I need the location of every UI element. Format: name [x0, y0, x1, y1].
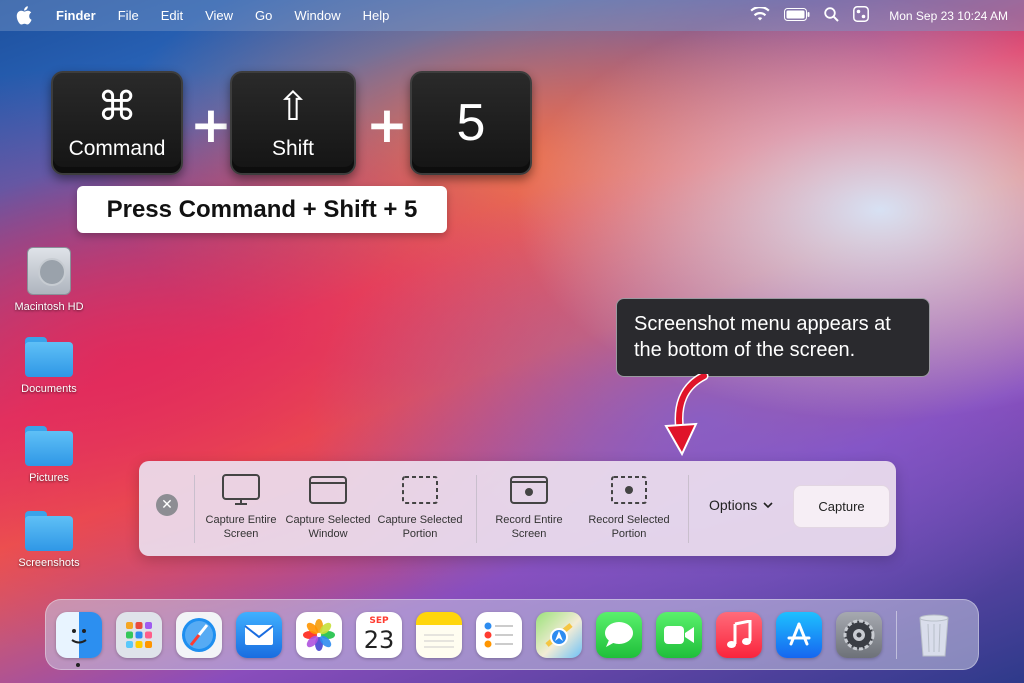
app-store-icon[interactable]	[776, 611, 822, 658]
capture-entire-screen-button[interactable]: Capture Entire Screen	[191, 473, 291, 541]
calendar-day: 23	[363, 626, 395, 654]
command-key: ⌘ Command	[51, 71, 183, 175]
desktop-icon-label: Documents	[21, 383, 77, 395]
capture-portion-icon	[402, 476, 438, 504]
options-label: Options	[709, 497, 758, 513]
running-indicator	[76, 662, 80, 667]
command-symbol-icon: ⌘	[97, 84, 137, 130]
close-icon[interactable]: ✕	[156, 494, 178, 516]
menu-bar: Finder File Edit View Go Window Help Mon…	[0, 0, 1024, 31]
trash-icon[interactable]	[911, 612, 957, 658]
desktop-icon-label: Macintosh HD	[14, 301, 84, 313]
battery-icon[interactable]	[784, 7, 810, 24]
five-key: 5	[410, 71, 532, 175]
menu-help[interactable]: Help	[363, 8, 390, 23]
five-key-label: 5	[456, 94, 486, 152]
folder-icon	[25, 337, 73, 377]
command-key-label: Command	[68, 137, 166, 160]
toolbar-button-label: Capture Entire Screen	[205, 514, 277, 540]
toolbar-button-label: Capture Selected Window	[285, 514, 371, 540]
menu-go[interactable]: Go	[255, 8, 272, 23]
callout-box: Screenshot menu appears at the bottom of…	[616, 298, 930, 377]
plus-sign: +	[190, 96, 232, 154]
press-caption: Press Command + Shift + 5	[77, 186, 447, 233]
spotlight-search-icon[interactable]	[824, 6, 839, 25]
plus-sign: +	[366, 96, 408, 154]
record-entire-screen-button[interactable]: Record Entire Screen	[479, 473, 579, 541]
shift-key-label: Shift	[271, 137, 315, 160]
shift-key: ⇧ Shift	[230, 71, 356, 175]
menu-window[interactable]: Window	[294, 8, 340, 23]
red-arrow-icon	[664, 374, 709, 456]
menu-view[interactable]: View	[205, 8, 233, 23]
maps-icon[interactable]	[536, 611, 582, 658]
finder-icon[interactable]	[56, 611, 102, 667]
capture-entire-screen-icon	[222, 474, 260, 505]
launchpad-icon[interactable]	[116, 611, 162, 658]
mail-icon[interactable]	[236, 611, 282, 658]
dock-divider	[896, 610, 897, 659]
status-area: Mon Sep 23 10:24 AM	[750, 5, 1008, 25]
wifi-icon[interactable]	[750, 5, 770, 25]
options-menu[interactable]: Options	[709, 497, 773, 513]
desktop-icon-documents[interactable]: Documents	[7, 337, 91, 395]
folder-icon	[25, 426, 73, 466]
facetime-icon[interactable]	[656, 611, 702, 658]
record-portion-icon	[611, 476, 647, 504]
toolbar-button-label: Record Entire Screen	[495, 514, 563, 540]
shift-symbol-icon: ⇧	[276, 84, 310, 130]
calendar-icon[interactable]: SEP 23	[356, 611, 402, 658]
record-screen-icon	[510, 476, 548, 504]
menu-app-name[interactable]: Finder	[56, 8, 96, 23]
capture-button[interactable]: Capture	[793, 485, 890, 528]
desktop-icon-label: Screenshots	[18, 557, 80, 569]
system-preferences-icon[interactable]	[836, 611, 882, 658]
hard-drive-icon	[27, 247, 71, 295]
capture-window-icon	[309, 476, 347, 504]
toolbar-divider	[476, 475, 477, 543]
toolbar-button-label: Record Selected Portion	[588, 514, 670, 540]
screenshot-toolbar: ✕ Capture Entire Screen Capture Selected…	[139, 461, 896, 556]
notes-icon[interactable]	[416, 611, 462, 658]
messages-icon[interactable]	[596, 611, 642, 658]
capture-selected-portion-button[interactable]: Capture Selected Portion	[370, 473, 470, 541]
music-icon[interactable]	[716, 611, 762, 658]
chevron-down-icon	[763, 501, 773, 508]
apple-menu-icon[interactable]	[16, 6, 34, 25]
dock: SEP 23	[45, 599, 979, 670]
photos-icon[interactable]	[296, 611, 342, 658]
record-selected-portion-button[interactable]: Record Selected Portion	[579, 473, 679, 541]
desktop-icon-macintosh-hd[interactable]: Macintosh HD	[7, 247, 91, 313]
toolbar-divider	[688, 475, 689, 543]
desktop-icon-screenshots[interactable]: Screenshots	[7, 511, 91, 569]
menu-file[interactable]: File	[118, 8, 139, 23]
desktop-icon-pictures[interactable]: Pictures	[7, 426, 91, 484]
capture-selected-window-button[interactable]: Capture Selected Window	[278, 473, 378, 541]
toolbar-button-label: Capture Selected Portion	[377, 514, 463, 540]
desktop-icon-label: Pictures	[29, 472, 69, 484]
safari-icon[interactable]	[176, 611, 222, 658]
reminders-icon[interactable]	[476, 611, 522, 658]
folder-icon	[25, 511, 73, 551]
control-center-icon[interactable]	[853, 6, 870, 25]
menu-edit[interactable]: Edit	[161, 8, 183, 23]
menu-clock[interactable]: Mon Sep 23 10:24 AM	[889, 9, 1008, 23]
